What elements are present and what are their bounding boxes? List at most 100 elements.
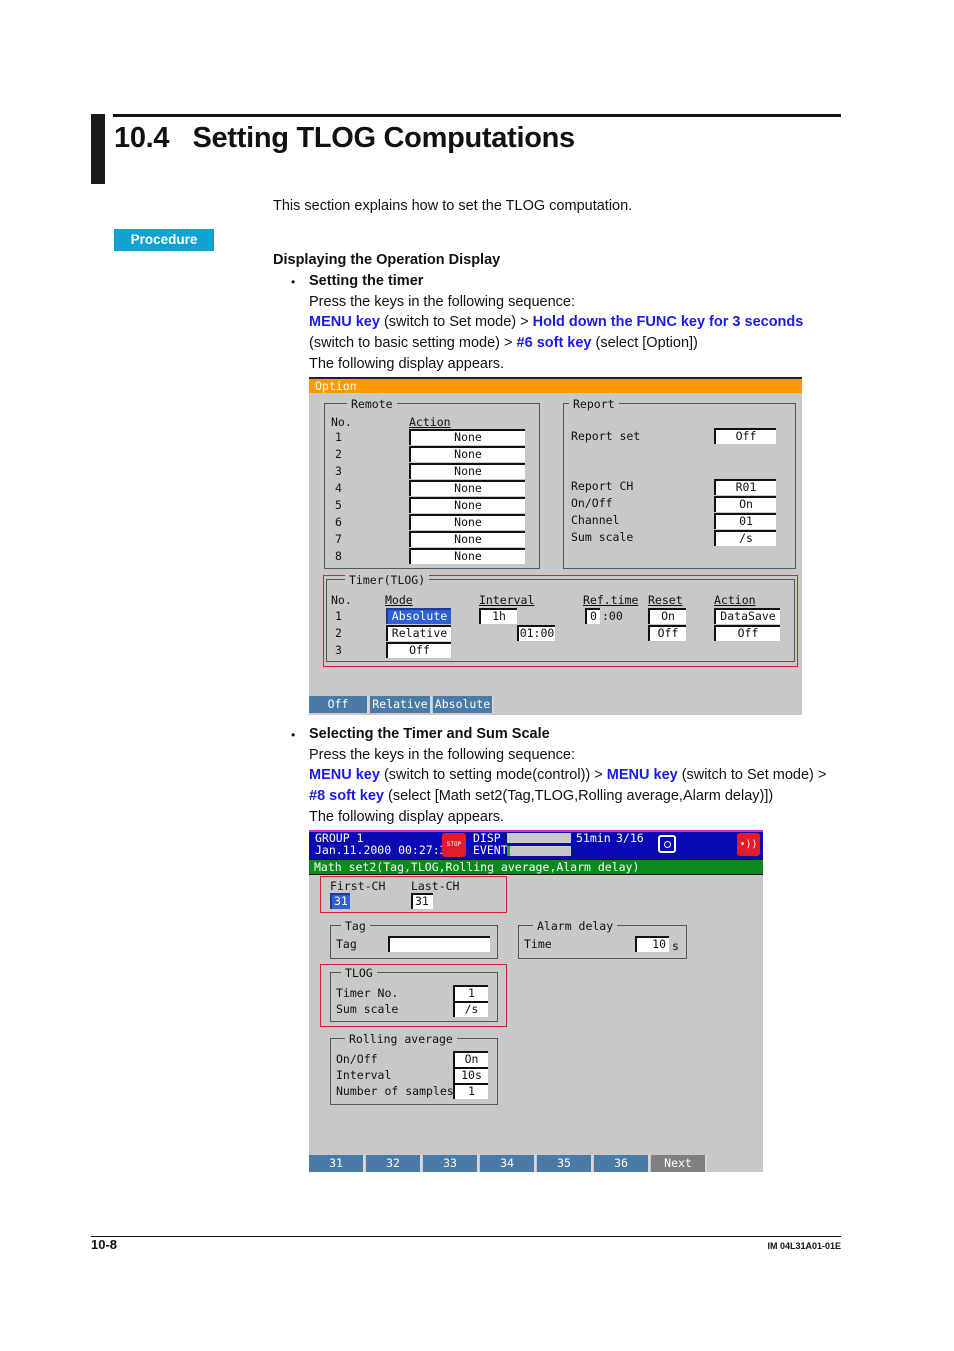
alarm-time-field[interactable]: 10: [635, 936, 669, 952]
first-ch-label: First-CH: [330, 879, 386, 893]
media-icon: [658, 835, 676, 853]
key-sequence-line-2: (switch to basic setting mode) > #6 soft…: [309, 335, 698, 351]
remote-row-no: 2: [335, 447, 342, 461]
procedure-badge: Procedure: [114, 229, 214, 251]
footer-rule: [91, 1236, 841, 1237]
remote-row-no: 3: [335, 464, 342, 478]
tlog-sum-scale-field[interactable]: /s: [453, 1001, 488, 1017]
page-number: 10-8: [91, 1237, 118, 1252]
timer-1-action-field[interactable]: DataSave: [714, 608, 780, 624]
stop-icon-label: STOP: [446, 841, 462, 848]
sequence-text: (switch to basic setting mode) >: [309, 335, 517, 351]
rolling-interval-field[interactable]: 10s: [453, 1067, 488, 1083]
remote-action-field[interactable]: None: [409, 548, 525, 564]
remote-action-field[interactable]: None: [409, 463, 525, 479]
first-ch-field[interactable]: 31: [330, 893, 350, 909]
option-title-bar: Option: [309, 377, 802, 393]
rolling-onoff-field[interactable]: On: [453, 1051, 488, 1067]
timer-col-no: No.: [331, 593, 352, 607]
report-channel-field[interactable]: 01: [714, 513, 776, 529]
timer-col-interval: Interval: [479, 593, 535, 607]
tlog-group-title: TLOG: [341, 966, 377, 980]
timer-2-interval-field[interactable]: 01:00: [517, 625, 555, 641]
rolling-onoff-label: On/Off: [336, 1052, 378, 1066]
key-sequence-line-1: MENU key (switch to Set mode) > Hold dow…: [309, 314, 803, 330]
remote-row-no: 6: [335, 515, 342, 529]
report-sum-scale-label: Sum scale: [571, 530, 634, 544]
report-ch-label: Report CH: [571, 479, 634, 493]
tlog-sum-scale-label: Sum scale: [336, 1002, 399, 1016]
menu-key-ref: MENU key: [606, 767, 678, 783]
tag-label: Tag: [336, 937, 357, 951]
remote-row-no: 8: [335, 549, 342, 563]
timer-3-mode-field[interactable]: Off: [386, 642, 451, 658]
softkey-next[interactable]: Next 1/5: [651, 1155, 707, 1172]
remote-action-field[interactable]: None: [409, 480, 525, 496]
softkey-31[interactable]: 31: [309, 1155, 365, 1172]
alarm-delay-group-title: Alarm delay: [533, 919, 618, 933]
softkey-33[interactable]: 33: [423, 1155, 479, 1172]
report-group-title: Report: [569, 397, 619, 411]
timer-row-no: 2: [335, 626, 342, 640]
remote-row-no: 5: [335, 498, 342, 512]
timer-1-reftime-minutes: :00: [602, 609, 623, 623]
tlog-timer-field[interactable]: 1: [453, 985, 488, 1001]
func-key-ref: Hold down the FUNC key for 3 seconds: [532, 314, 804, 330]
timer-2-reset-field[interactable]: Off: [648, 625, 686, 641]
timer-1-mode-field[interactable]: Absolute: [386, 608, 451, 624]
timer-1-reftime-hour-field[interactable]: 0: [585, 608, 600, 624]
remote-action-field[interactable]: None: [409, 497, 525, 513]
softkey-36[interactable]: 36: [594, 1155, 650, 1172]
remote-row-no: 7: [335, 532, 342, 546]
math-set2-screen: GROUP 1 Jan.11.2000 00:27:37 STOP DISP E…: [309, 830, 763, 1172]
softkey-relative[interactable]: Relative: [370, 696, 432, 713]
report-onoff-label: On/Off: [571, 496, 613, 510]
key-sequence-line-2: #8 soft key (select [Math set2(Tag,TLOG,…: [309, 788, 773, 804]
alarm-time-unit: s: [672, 939, 679, 953]
sequence-text: (switch to Set mode) >: [677, 767, 827, 783]
top-rule: [113, 114, 841, 117]
display-appears-text: The following display appears.: [309, 356, 505, 372]
timer-row-no: 1: [335, 609, 342, 623]
option-screen: Option Remote No. Action 1 None 2 None 3 None…: [309, 377, 802, 715]
timer-2-action-field[interactable]: Off: [714, 625, 780, 641]
intro-text: This section explains how to set the TLO…: [273, 198, 633, 214]
softkey-35[interactable]: 35: [537, 1155, 593, 1172]
remote-action-field[interactable]: None: [409, 446, 525, 462]
remote-action-field[interactable]: None: [409, 429, 525, 445]
tlog-timer-label: Timer No.: [336, 986, 399, 1000]
menu-title-bar: Math set2(Tag,TLOG,Rolling average,Alarm…: [309, 859, 763, 875]
subheading-setting-timer: Setting the timer: [309, 273, 424, 289]
communication-icon: •)): [737, 833, 760, 856]
chapter-side-bar: [91, 114, 105, 184]
event-memory-bar: [507, 846, 571, 856]
softkey-32[interactable]: 32: [366, 1155, 422, 1172]
key-sequence-line-1: MENU key (switch to setting mode(control…: [309, 767, 826, 783]
report-set-field[interactable]: Off: [714, 428, 776, 444]
instruction-text: Press the keys in the following sequence…: [309, 294, 575, 310]
sequence-text: (switch to setting mode(control)) >: [379, 767, 607, 783]
event-label: EVENT: [473, 843, 508, 857]
option-title: Option: [315, 379, 357, 393]
report-set-label: Report set: [571, 429, 641, 443]
softkey-absolute[interactable]: Absolute: [433, 696, 494, 713]
timer-2-mode-field[interactable]: Relative: [386, 625, 451, 641]
softkey-off[interactable]: Off: [309, 696, 369, 713]
report-onoff-field[interactable]: On: [714, 496, 776, 512]
last-ch-field[interactable]: 31: [411, 893, 433, 909]
soft-key-8-ref: #8 soft key: [309, 788, 384, 804]
timer-col-action: Action: [714, 593, 756, 607]
stop-icon: STOP: [442, 833, 466, 857]
tag-field[interactable]: [388, 936, 490, 952]
last-ch-label: Last-CH: [411, 879, 460, 893]
report-sum-scale-field[interactable]: /s: [714, 530, 776, 546]
timer-1-interval-field[interactable]: 1h: [479, 608, 517, 624]
remote-action-field[interactable]: None: [409, 514, 525, 530]
timer-1-reset-field[interactable]: On: [648, 608, 686, 624]
remote-action-field[interactable]: None: [409, 531, 525, 547]
rolling-samples-field[interactable]: 1: [453, 1083, 488, 1099]
bullet: •: [291, 728, 296, 742]
softkey-34[interactable]: 34: [480, 1155, 536, 1172]
sequence-text: (select [Math set2(Tag,TLOG,Rolling aver…: [383, 788, 774, 804]
report-ch-field[interactable]: R01: [714, 479, 776, 495]
